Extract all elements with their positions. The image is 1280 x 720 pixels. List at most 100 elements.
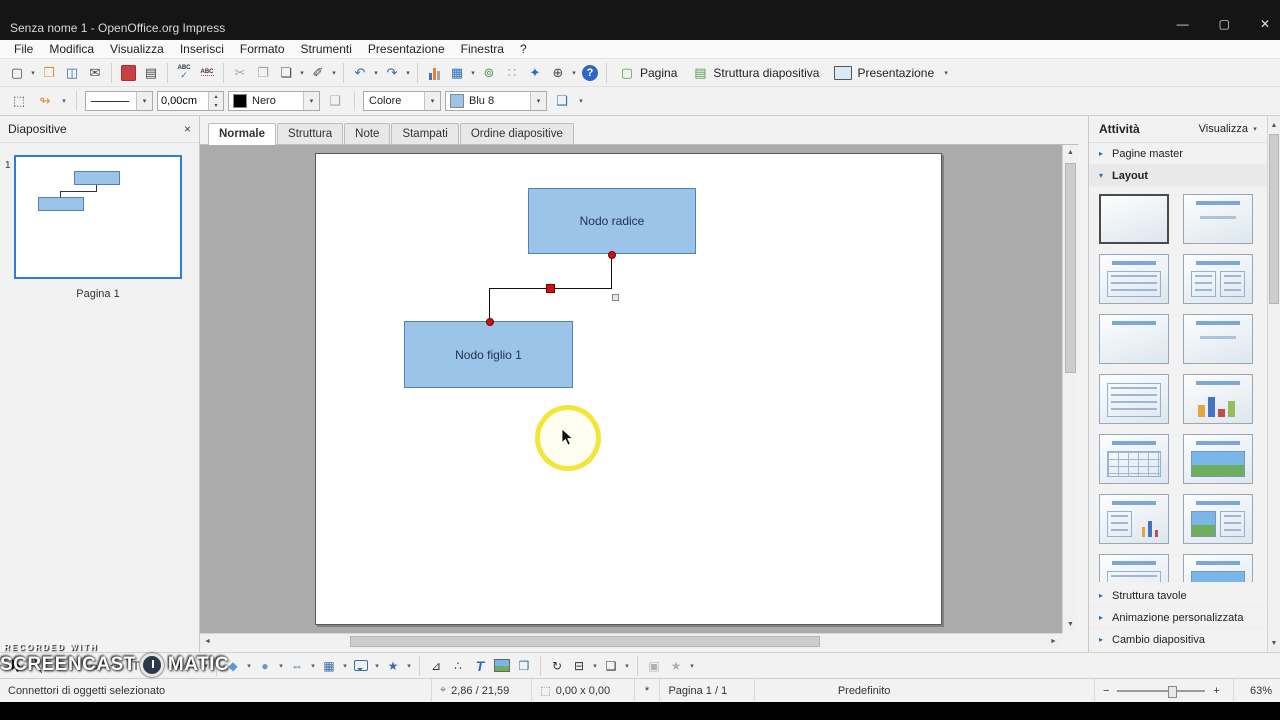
tab-stampati[interactable]: Stampati — [391, 123, 459, 144]
struttura-diapositiva-button[interactable]: ▤ Struttura diapositiva — [685, 62, 826, 84]
slide-thumbnail[interactable] — [14, 155, 182, 279]
zoom-slider-thumb[interactable] — [1168, 685, 1178, 698]
dropdown-arrow[interactable]: ▾ — [72, 662, 80, 670]
dropdown-arrow[interactable]: ▾ — [469, 69, 477, 77]
paste-icon[interactable]: ❏ — [275, 62, 297, 84]
dropdown-arrow[interactable]: ▾ — [405, 662, 413, 670]
email-icon[interactable]: ✉ — [84, 62, 106, 84]
fill-color-select[interactable]: Blu 8 ▾ — [445, 91, 547, 111]
dropdown-arrow[interactable]: ▾ — [170, 662, 178, 670]
layout-thumbnail-table[interactable] — [1099, 434, 1169, 484]
zoom-icon[interactable]: ⊕ — [547, 62, 569, 84]
layout-thumbnail-image-list[interactable] — [1183, 494, 1253, 544]
scroll-down-icon[interactable]: ▼ — [1268, 636, 1280, 651]
pagina-button[interactable]: ▢ Pagina — [612, 62, 684, 84]
connector-mid-handle[interactable] — [546, 284, 555, 293]
fontwork-shape-icon[interactable]: ★ — [666, 656, 686, 676]
toolbar-overflow-arrow[interactable]: ▾ — [942, 69, 950, 77]
menu-modifica[interactable]: Modifica — [41, 40, 102, 59]
gallery-icon[interactable]: ❒ — [514, 656, 534, 676]
fontwork-icon[interactable]: T — [470, 656, 490, 676]
line-color-select[interactable]: Nero ▾ — [228, 91, 320, 111]
slide-style-cell[interactable]: Predefinito — [830, 679, 1095, 702]
shadow-toggle-icon[interactable]: ❑ — [324, 90, 346, 112]
align-icon[interactable]: ⊟ — [569, 656, 589, 676]
menu-formato[interactable]: Formato — [232, 40, 293, 59]
redo-icon[interactable]: ↷ — [381, 62, 403, 84]
layout-thumbnail-centered-text[interactable] — [1183, 314, 1253, 364]
tab-struttura[interactable]: Struttura — [277, 123, 344, 144]
presentazione-button[interactable]: Presentazione — [827, 62, 941, 84]
dropdown-arrow[interactable]: ▾ — [623, 662, 631, 670]
maximize-button[interactable]: ▢ — [1219, 17, 1230, 31]
undo-icon[interactable]: ↶ — [349, 62, 371, 84]
save-icon[interactable]: ◫ — [61, 62, 83, 84]
navigator-icon[interactable]: ✦ — [524, 62, 546, 84]
arrow-tool-icon[interactable]: → — [50, 656, 70, 676]
layout-thumbnail-title-content[interactable] — [1183, 194, 1253, 244]
minimize-button[interactable]: — — [1177, 17, 1189, 31]
cut-icon[interactable]: ✂ — [229, 62, 251, 84]
fill-type-select[interactable]: Colore ▾ — [363, 91, 441, 111]
pdf-export-icon[interactable] — [117, 62, 139, 84]
new-document-icon[interactable]: ▢ — [6, 62, 28, 84]
tab-normale[interactable]: Normale — [208, 123, 277, 145]
menu-presentazione[interactable]: Presentazione — [360, 40, 453, 59]
arrange-icon[interactable]: ❏ — [601, 656, 621, 676]
open-icon[interactable]: ❒ — [38, 62, 60, 84]
line-width-input[interactable] — [158, 92, 208, 110]
dropdown-arrow[interactable]: ▾ — [570, 69, 578, 77]
copy-icon[interactable]: ❐ — [252, 62, 274, 84]
section-layout[interactable]: ▾ Layout — [1089, 165, 1280, 187]
hyperlink-icon[interactable]: ⊚ — [478, 62, 500, 84]
layout-thumbnail-partial[interactable] — [1183, 554, 1253, 582]
stepper-up-icon[interactable]: ▴ — [209, 92, 223, 101]
tab-note[interactable]: Note — [344, 123, 391, 144]
toolbar-overflow-arrow[interactable]: ▾ — [577, 97, 585, 105]
layout-thumbnail-list-chart[interactable] — [1099, 494, 1169, 544]
zoom-percent[interactable]: 63% — [1232, 679, 1280, 702]
scroll-down-icon[interactable]: ▼ — [1063, 617, 1078, 632]
basic-shapes-icon[interactable]: ◆ — [223, 656, 243, 676]
dropdown-arrow[interactable]: ▾ — [29, 69, 37, 77]
ellipse-tool-icon[interactable]: ○ — [104, 656, 124, 676]
dropdown-arrow[interactable]: ▾ — [591, 662, 599, 670]
section-cambio-diapositiva[interactable]: ▸ Cambio diapositiva — [1089, 629, 1267, 651]
dropdown-arrow[interactable]: ▾ — [298, 69, 306, 77]
spellcheck-icon[interactable]: ABC ✓ — [173, 62, 195, 84]
dropdown-arrow[interactable]: ▾ — [404, 69, 412, 77]
close-button[interactable]: ✕ — [1260, 17, 1270, 31]
connector-segment[interactable] — [611, 254, 612, 288]
menu-file[interactable]: File — [6, 40, 41, 59]
layout-thumbnail-partial[interactable] — [1099, 554, 1169, 582]
print-icon[interactable]: ▤ — [140, 62, 162, 84]
root-node-shape[interactable]: Nodo radice — [528, 188, 696, 254]
scroll-right-icon[interactable]: ► — [1046, 634, 1061, 649]
menu-strumenti[interactable]: Strumenti — [293, 40, 360, 59]
toolbar-overflow-arrow[interactable]: ▾ — [688, 662, 696, 670]
tasks-scroll-thumb[interactable] — [1269, 134, 1279, 304]
select-tool-icon[interactable] — [6, 656, 26, 676]
zoom-slider[interactable] — [1117, 685, 1206, 698]
help-icon[interactable]: ? — [579, 62, 601, 84]
dropdown-arrow[interactable]: ▾ — [60, 97, 68, 105]
dropdown-arrow[interactable]: ▾ — [372, 69, 380, 77]
callouts-icon[interactable] — [351, 656, 371, 676]
vertical-scroll-thumb[interactable] — [1065, 163, 1076, 373]
view-menu-button[interactable]: Visualizza ▾ — [1199, 123, 1259, 135]
symbol-shapes-icon[interactable]: ● — [255, 656, 275, 676]
slide[interactable]: Nodo radice Nodo figlio 1 — [315, 153, 942, 625]
dropdown-arrow[interactable]: ▾ — [277, 662, 285, 670]
menu-inserisci[interactable]: Inserisci — [172, 40, 232, 59]
edit-points-icon[interactable]: ⬚ — [8, 90, 30, 112]
insert-picture-icon[interactable] — [492, 656, 512, 676]
rectangle-tool-icon[interactable]: ▭ — [82, 656, 102, 676]
layout-thumbnail-image[interactable] — [1183, 434, 1253, 484]
grid-icon[interactable]: ∷ — [501, 62, 523, 84]
text-tool-icon[interactable]: T — [126, 656, 146, 676]
layout-thumbnail-blank[interactable] — [1099, 194, 1169, 244]
slides-panel-close-icon[interactable]: × — [184, 122, 191, 136]
zoom-out-icon[interactable]: − — [1103, 685, 1109, 697]
dropdown-arrow[interactable]: ▾ — [245, 662, 253, 670]
block-arrows-icon[interactable]: ⇔ — [287, 656, 307, 676]
